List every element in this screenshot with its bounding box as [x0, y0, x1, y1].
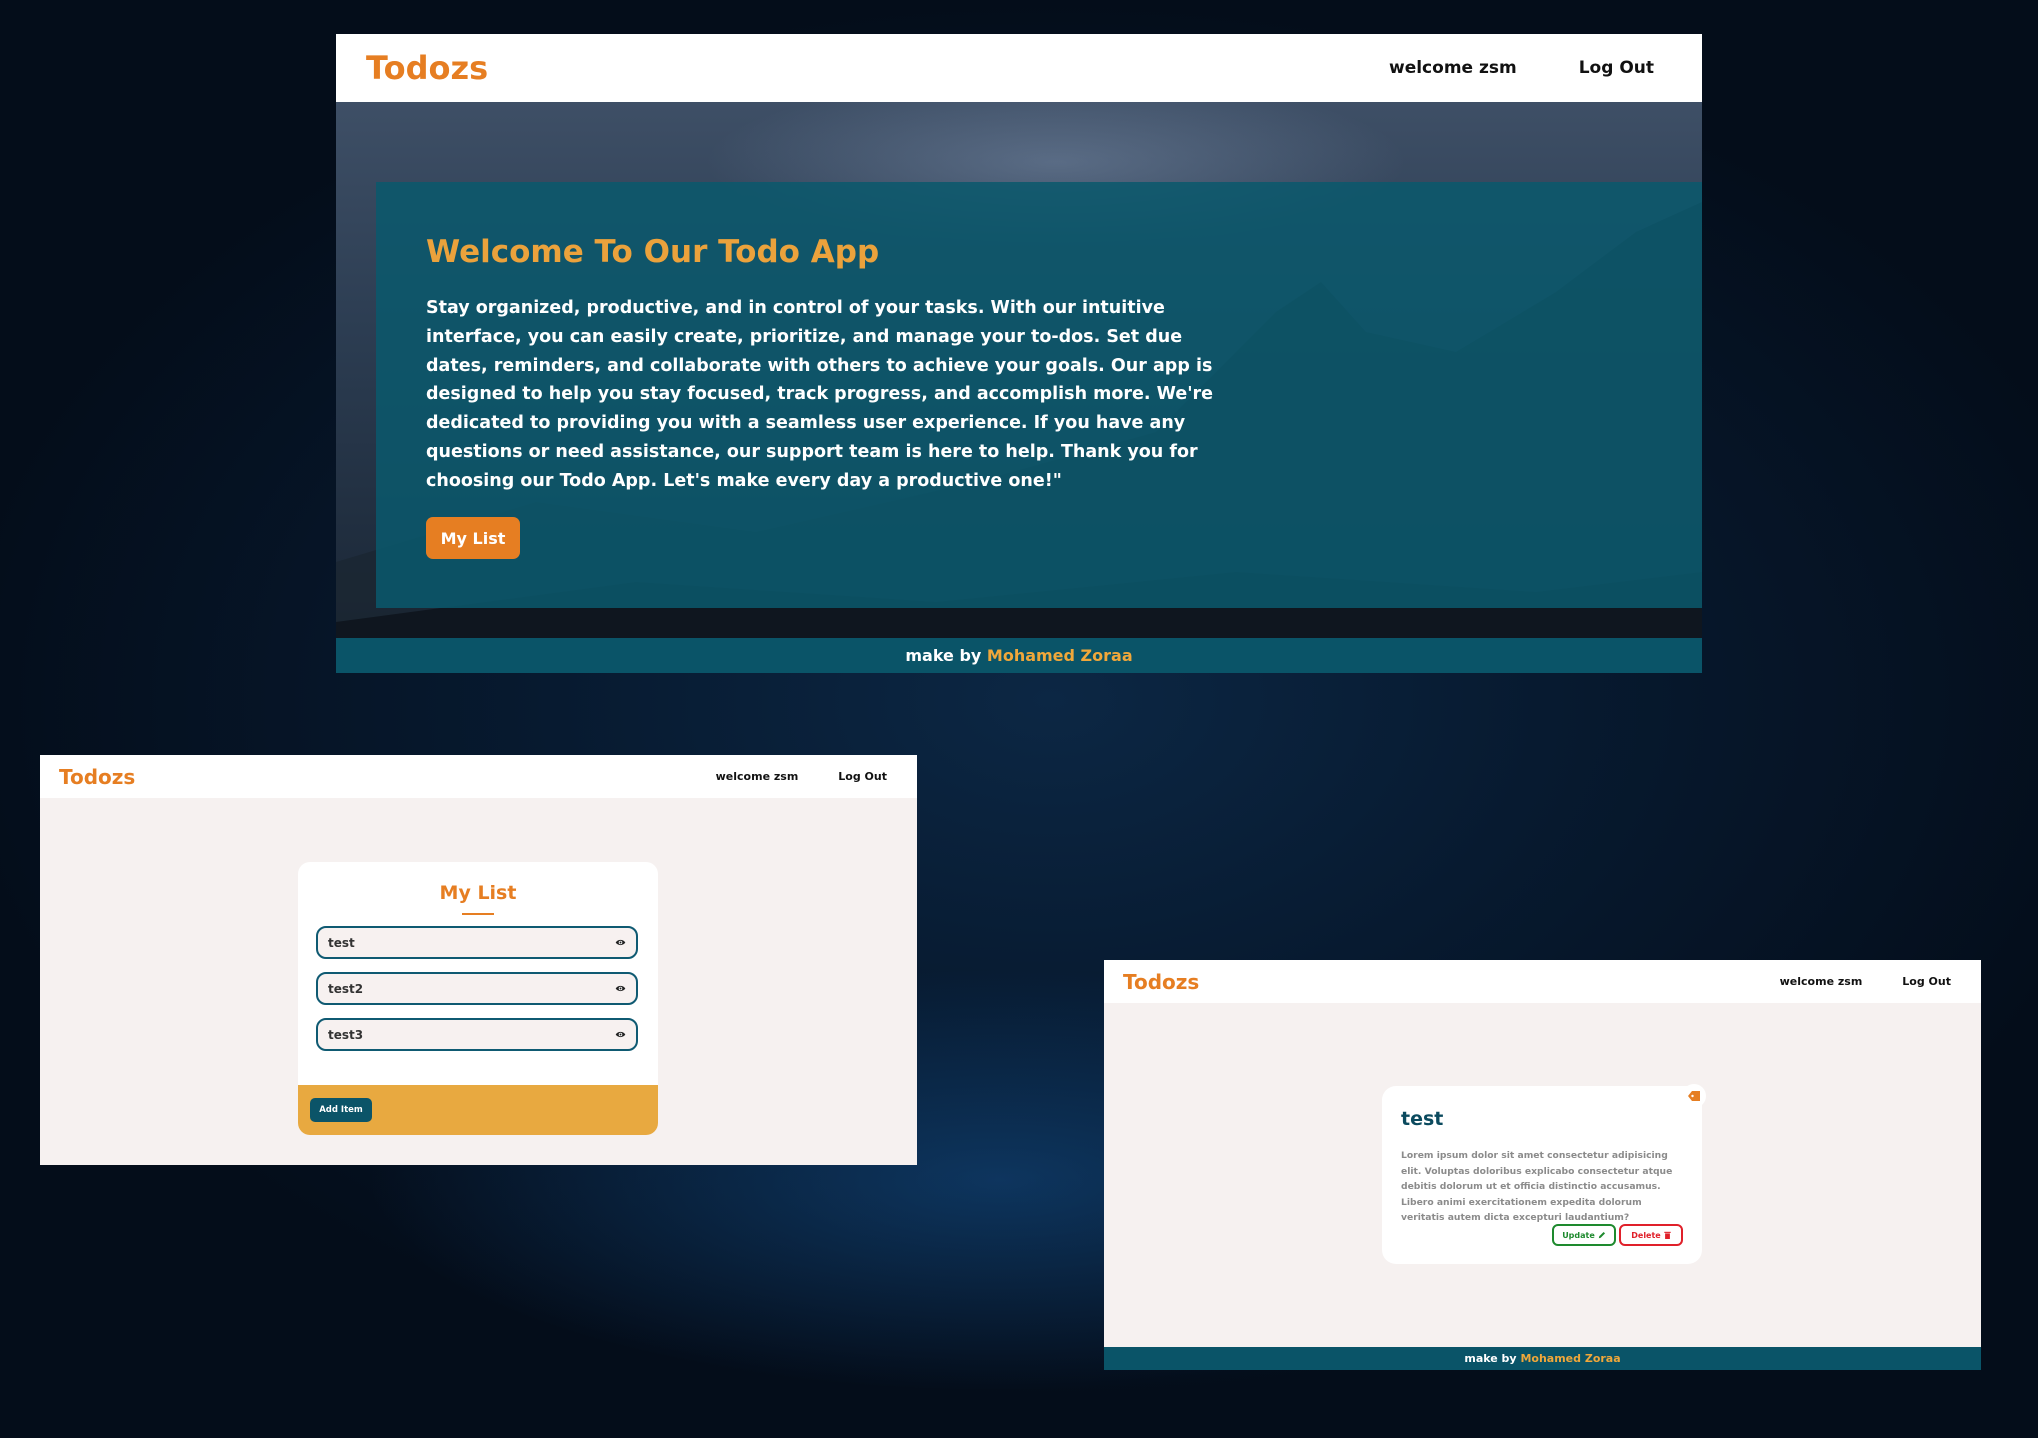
list-item-label: test3	[328, 1027, 364, 1042]
hero-description: Stay organized, productive, and in contr…	[426, 298, 1214, 491]
update-button-label: Update	[1562, 1230, 1595, 1240]
trash-icon	[1664, 1231, 1671, 1239]
navbar: Todozs welcome zsm Log Out	[40, 755, 917, 798]
tag-icon[interactable]	[1682, 1084, 1706, 1108]
title-underline	[462, 913, 494, 915]
brand-logo[interactable]: Todozs	[1123, 970, 1199, 994]
logout-link[interactable]: Log Out	[838, 770, 887, 783]
home-page-screenshot: Todozs welcome zsm Log Out Welcome To Ou…	[336, 34, 1702, 673]
hero-title: Welcome To Our Todo App	[426, 234, 880, 270]
detail-page-screenshot: Todozs welcome zsm Log Out test Lorem ip…	[1104, 960, 1981, 1370]
add-item-button[interactable]: Add Item	[310, 1098, 372, 1122]
navbar: Todozs welcome zsm Log Out	[1104, 960, 1981, 1003]
brand-logo[interactable]: Todozs	[59, 765, 135, 789]
list-item-label: test2	[328, 981, 364, 996]
todo-description: Lorem ipsum dolor sit amet consectetur a…	[1401, 1150, 1673, 1223]
list-title: My List	[439, 882, 517, 904]
todo-list-card: My List test test2 test3 Add Item	[298, 862, 658, 1135]
nav-links: welcome zsm Log Out	[716, 770, 887, 783]
todo-title: test	[1401, 1108, 1444, 1130]
footer-prefix: make by	[905, 646, 982, 665]
eye-icon[interactable]	[615, 1029, 626, 1040]
footer: make by Mohamed Zoraa	[1104, 1347, 1981, 1370]
list-item[interactable]: test3	[316, 1018, 638, 1051]
list-item[interactable]: test	[316, 926, 638, 959]
welcome-text: welcome zsm	[1779, 975, 1863, 988]
logout-link[interactable]: Log Out	[1579, 58, 1654, 78]
list-item-label: test	[328, 935, 355, 950]
list-page-screenshot: Todozs welcome zsm Log Out My List test …	[40, 755, 917, 1165]
my-list-button[interactable]: My List	[426, 517, 520, 559]
update-button[interactable]: Update	[1552, 1224, 1616, 1246]
footer-prefix: make by	[1464, 1352, 1517, 1365]
footer-author: Mohamed Zoraa	[1520, 1352, 1621, 1365]
brand-logo[interactable]: Todozs	[366, 49, 488, 87]
footer: make by Mohamed Zoraa	[336, 638, 1702, 673]
delete-button-label: Delete	[1631, 1230, 1661, 1240]
welcome-text: welcome zsm	[715, 770, 799, 783]
card-footer: Add Item	[298, 1085, 658, 1135]
eye-icon[interactable]	[615, 983, 626, 994]
delete-button[interactable]: Delete	[1619, 1224, 1683, 1246]
hero-panel: Welcome To Our Todo App Stay organized, …	[376, 182, 1702, 608]
eye-icon[interactable]	[615, 937, 626, 948]
todo-detail-card: test Lorem ipsum dolor sit amet consecte…	[1382, 1084, 1706, 1264]
nav-links: welcome zsm Log Out	[1389, 58, 1654, 78]
welcome-text: welcome zsm	[1389, 58, 1517, 78]
logout-link[interactable]: Log Out	[1902, 975, 1951, 988]
nav-links: welcome zsm Log Out	[1780, 975, 1951, 988]
pencil-icon	[1598, 1231, 1605, 1239]
footer-author: Mohamed Zoraa	[986, 646, 1133, 665]
navbar: Todozs welcome zsm Log Out	[336, 34, 1702, 102]
list-item[interactable]: test2	[316, 972, 638, 1005]
